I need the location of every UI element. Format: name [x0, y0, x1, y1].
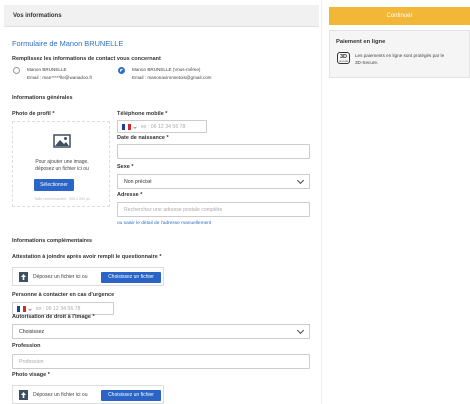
face-photo-choose-file-button[interactable]: Choisissez un fichier [101, 390, 161, 401]
payment-info-box: Paiement en ligne 3D SECURE Les paiement… [329, 30, 470, 78]
attestation-label: Attestation à joindre après avoir rempli… [12, 254, 162, 260]
photo-label: Photo de profil * [12, 111, 55, 117]
image-rights-label: Autorisation de droit à l'image * [12, 314, 95, 320]
chevron-down-icon [296, 326, 305, 335]
face-photo-dropzone[interactable]: Déposez un fichier ici ou Choisissez un … [12, 385, 164, 404]
attestation-drop-text: Déposez un fichier ici ou [33, 274, 88, 280]
section-title: Vos informations [13, 13, 62, 19]
profession-placeholder: Profession [19, 359, 44, 365]
french-flag-icon [122, 124, 131, 130]
phone-placeholder: ex : 06 12 34 56 78 [141, 124, 186, 130]
image-rights-select[interactable]: Choisissez [12, 324, 310, 339]
address-input[interactable]: Recherchez une adresse postale complète [117, 202, 310, 217]
photo-hint: Taille recommandée : 200 x 200 px [34, 197, 90, 201]
select-photo-button[interactable]: Sélectionner [34, 179, 74, 191]
contact-radio-1[interactable] [13, 67, 20, 74]
sex-select[interactable]: Non précisé [117, 174, 310, 189]
complementary-info-title: Informations complémentaires [12, 238, 93, 244]
manual-address-link[interactable]: ou saisir le détail de l'adresse manuell… [117, 221, 211, 226]
chevron-down-icon [296, 176, 305, 185]
face-photo-label: Photo visage * [12, 372, 50, 378]
contact-prompt: Remplissez les informations de contact v… [12, 56, 161, 62]
photo-text-2: déposez un fichier ici ou [35, 166, 89, 172]
contact-radio-2[interactable] [118, 67, 125, 74]
attestation-choose-file-button[interactable]: Choisissez un fichier [101, 272, 161, 283]
section-header: Vos informations [4, 5, 319, 27]
profession-input[interactable]: Profession [12, 354, 310, 369]
chevron-down-icon [133, 125, 137, 129]
phone-input[interactable]: ex : 06 12 34 56 78 [117, 120, 207, 133]
emergency-contact-label: Personne à contacter en cas d'urgence [12, 292, 115, 298]
image-icon [53, 134, 71, 148]
phone-label: Téléphone mobile * [117, 111, 168, 117]
payment-title: Paiement en ligne [336, 39, 386, 45]
payment-text-line2: 3D-Secure. [355, 60, 379, 65]
address-placeholder: Recherchez une adresse postale complète [124, 207, 223, 213]
chevron-down-icon [28, 307, 32, 311]
3d-secure-sub: SECURE [338, 61, 349, 63]
contact-1-email: Email : man*****lle@wanadoo.fr [27, 75, 93, 80]
photo-dropzone[interactable]: Pour ajouter une image, déposez un fichi… [12, 121, 110, 207]
birth-date-label: Date de naissance * [117, 135, 169, 141]
sex-label: Sexe * [117, 164, 134, 170]
photo-text-1: Pour ajouter une image, [35, 159, 89, 165]
payment-text-line1: Les paiements en ligne sont protégés par… [355, 53, 445, 58]
birth-date-input[interactable] [117, 144, 310, 159]
sex-value: Non précisé [124, 179, 152, 185]
contact-2-email: Email : manonavironsetois@gmail.com [132, 75, 212, 80]
image-rights-value: Choisissez [19, 329, 45, 335]
profession-label: Profession [12, 343, 41, 349]
attestation-dropzone[interactable]: Déposez un fichier ici ou Choisissez un … [12, 267, 164, 286]
address-label: Adresse * [117, 192, 143, 198]
contact-1-name: Manon BRUNELLE [27, 67, 67, 72]
form-title: Formulaire de Manon BRUNELLE [12, 39, 124, 48]
face-photo-drop-text: Déposez un fichier ici ou [33, 392, 88, 398]
upload-icon [19, 390, 28, 400]
french-flag-icon [17, 306, 26, 312]
continue-button[interactable]: Continuer [329, 7, 470, 25]
3d-secure-label: 3D [339, 54, 348, 60]
3d-secure-icon: 3D SECURE [337, 52, 350, 64]
general-info-title: Informations générales [12, 95, 73, 101]
emergency-contact-placeholder: ex : 06 12 34 56 78 [36, 306, 81, 312]
contact-2-name: Manon BRUNELLE (Vous-même) [132, 67, 201, 72]
upload-icon [19, 272, 28, 282]
